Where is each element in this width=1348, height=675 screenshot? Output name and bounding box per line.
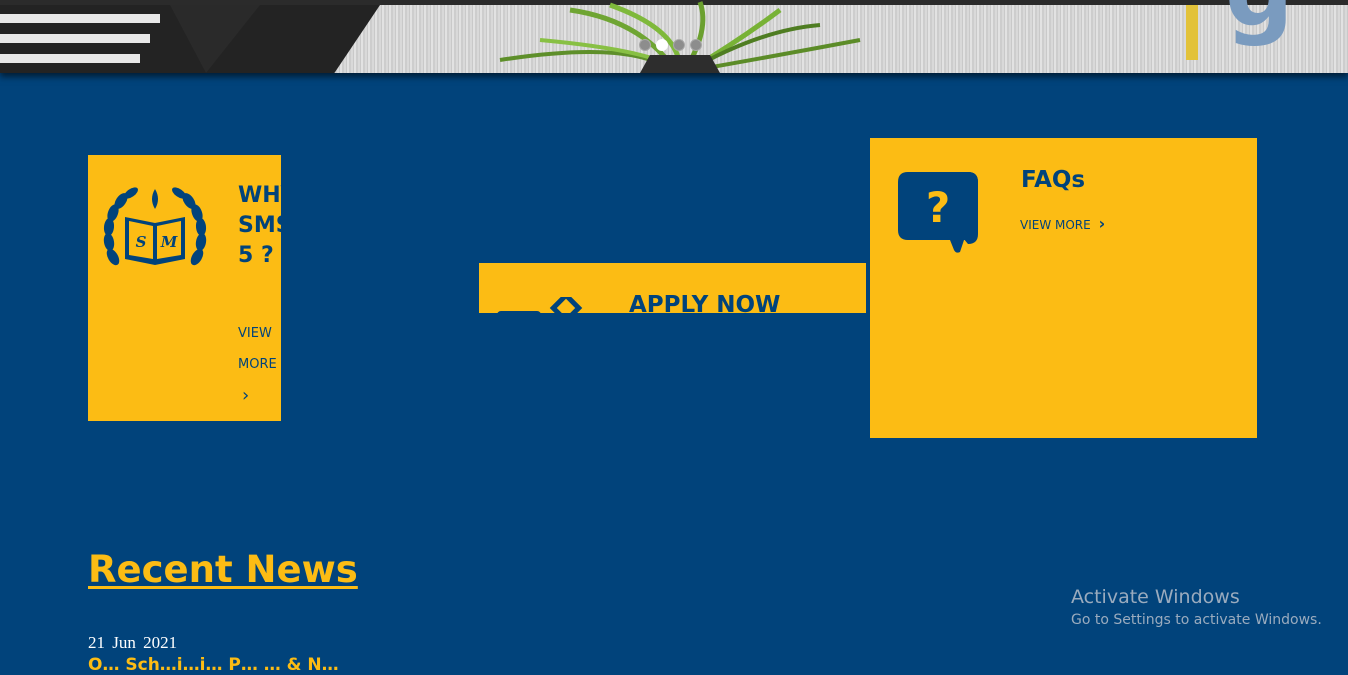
slider-dot[interactable] (690, 39, 702, 51)
activate-windows-watermark: Activate Windows Go to Settings to activ… (1071, 586, 1322, 628)
svg-text:S: S (136, 233, 147, 251)
view-more-line-1: VIEW (238, 326, 272, 341)
faqs-title: FAQs (1021, 167, 1086, 193)
slide-yellow-bar (1186, 5, 1198, 60)
slide-stripe (0, 14, 160, 23)
slider-dot[interactable] (639, 39, 651, 51)
svg-text:?: ? (926, 183, 950, 232)
why-sms-view-more-link[interactable]: VIEW MORE › (238, 318, 278, 411)
hero-slider: g (0, 0, 1348, 73)
watermark-subtitle: Go to Settings to activate Windows. (1071, 612, 1322, 628)
faqs-view-more-link[interactable]: VIEW MORE › (1020, 214, 1105, 233)
news-date: 21 Jun 2021 (88, 633, 178, 652)
chevron-right-icon: › (242, 385, 250, 406)
why-sms-title: WHY SMS 5 ? (238, 183, 281, 268)
slide-stripe (0, 34, 150, 43)
slide-big-letter: g (1225, 0, 1294, 48)
svg-text:M: M (160, 233, 178, 251)
apply-now-title: APPLY NOW (629, 292, 781, 313)
edit-form-icon (497, 297, 583, 313)
apply-now-card[interactable]: APPLY NOW (479, 263, 866, 313)
slider-dot-active[interactable] (656, 39, 668, 51)
chevron-right-icon: › (1098, 214, 1106, 233)
plant-image (499, 1, 861, 73)
slide-stripe (0, 54, 140, 63)
view-more-label: VIEW MORE (1020, 218, 1091, 232)
view-more-line-2: MORE (238, 357, 277, 372)
recent-news-heading[interactable]: Recent News (88, 548, 358, 591)
slider-dots (639, 39, 702, 51)
why-sms-card[interactable]: S M WHY SMS 5 ? VIEW MORE › (88, 155, 281, 421)
question-chat-icon: ? (898, 172, 978, 253)
school-crest-icon: S M (103, 187, 207, 266)
news-title-link[interactable]: O… Sch…i…i… P… … & N… (88, 655, 339, 675)
faqs-card[interactable]: ? FAQs VIEW MORE › (870, 138, 1257, 438)
slider-dot[interactable] (673, 39, 685, 51)
watermark-title: Activate Windows (1071, 586, 1240, 608)
